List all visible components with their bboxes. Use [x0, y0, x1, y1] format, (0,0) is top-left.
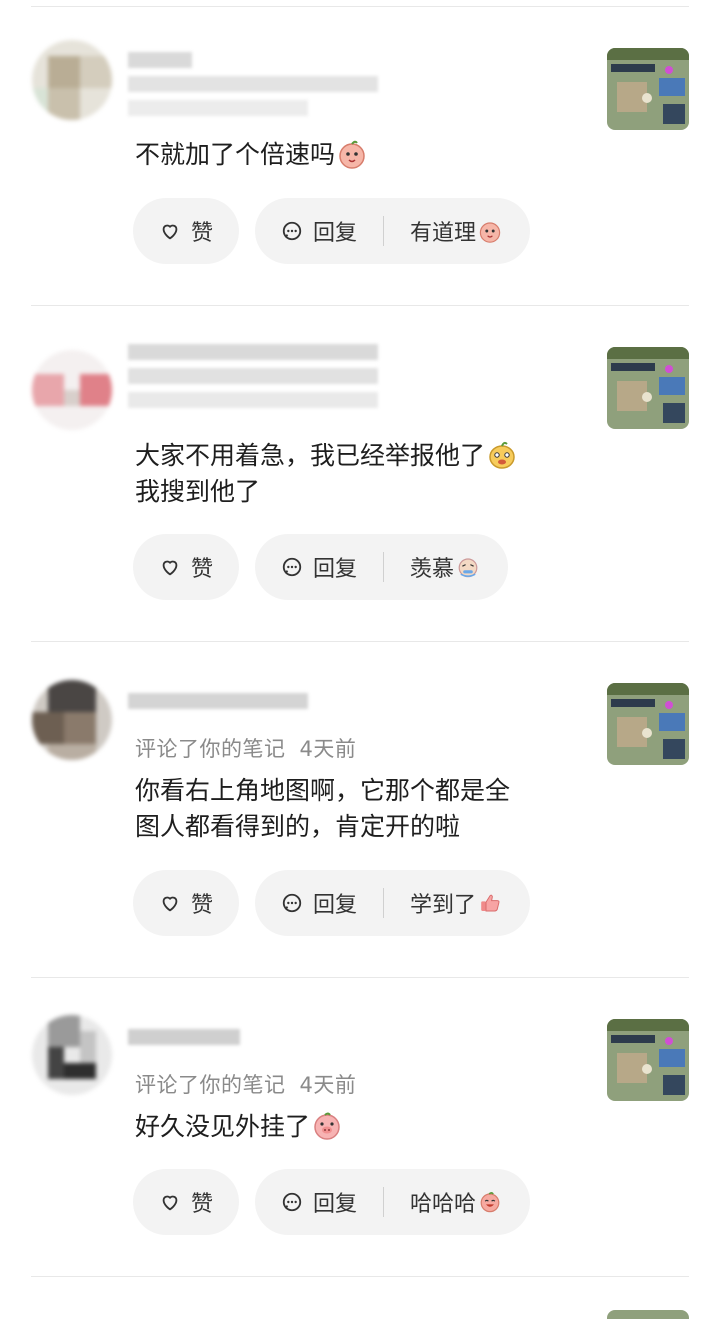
quick-reply-button[interactable]: 学到了 [410, 887, 502, 919]
quick-reply-text: 有道理 [410, 221, 477, 246]
reply-label[interactable]: 回复 [313, 1186, 357, 1218]
avatar[interactable] [32, 1015, 112, 1095]
like-label: 赞 [190, 1192, 213, 1217]
quick-reply-button[interactable]: 有道理 [410, 215, 502, 247]
comment-meta: 评论了你的笔记 4天前 [135, 1069, 370, 1099]
note-thumbnail-partial[interactable] [607, 1310, 689, 1319]
like-button[interactable]: 赞 [133, 870, 239, 936]
divider [31, 641, 689, 642]
heart-outline-icon [159, 1191, 181, 1213]
divider [31, 305, 689, 306]
envy-face-emoji-icon [456, 555, 480, 579]
username-blurred[interactable] [128, 52, 388, 116]
avatar[interactable] [32, 680, 112, 760]
comment-text: 你看右上角地图啊，它那个都是全 图人都看得到的，肯定开的啦 [135, 776, 511, 841]
comment-text: 大家不用着急，我已经举报他了 我搜到他了 [135, 438, 580, 510]
username-blurred[interactable] [128, 344, 388, 408]
avatar[interactable] [32, 350, 112, 430]
username-blurred[interactable] [128, 1025, 388, 1055]
reply-bar[interactable]: 回复 学到了 [255, 870, 531, 936]
comment-text: 好久没见外挂了 [135, 1109, 580, 1145]
reply-bar[interactable]: 回复 有道理 [255, 198, 531, 264]
quick-reply-button[interactable]: 羡慕 [410, 551, 480, 583]
reply-bar[interactable]: 回复 羡慕 [255, 534, 509, 600]
pink-face-emoji-icon [337, 139, 367, 169]
avatar[interactable] [32, 40, 112, 120]
like-label: 赞 [190, 557, 213, 582]
reply-bar[interactable]: 回复 哈哈哈 [255, 1169, 531, 1235]
note-thumbnail[interactable] [607, 347, 689, 429]
comment-meta: 评论了你的笔记 4天前 [135, 733, 370, 763]
meta-action: 评论了你的笔记 [135, 737, 286, 761]
reply-label[interactable]: 回复 [313, 887, 357, 919]
separator [383, 552, 385, 582]
laughing-face-emoji-icon [478, 1190, 502, 1214]
like-button[interactable]: 赞 [133, 534, 239, 600]
reply-label[interactable]: 回复 [313, 551, 357, 583]
quick-reply-button[interactable]: 哈哈哈 [410, 1186, 502, 1218]
heart-outline-icon [159, 220, 181, 242]
note-thumbnail[interactable] [607, 48, 689, 130]
pink-face-emoji-icon [478, 219, 502, 243]
quick-reply-text: 学到了 [410, 893, 477, 918]
quick-reply-text: 哈哈哈 [410, 1192, 477, 1217]
note-thumbnail[interactable] [607, 1019, 689, 1101]
meta-time: 4天前 [299, 1073, 357, 1097]
chat-bubble-icon [281, 220, 303, 242]
pig-face-emoji-icon [312, 1111, 342, 1141]
reply-label[interactable]: 回复 [313, 215, 357, 247]
divider [31, 977, 689, 978]
like-button[interactable]: 赞 [133, 198, 239, 264]
top-divider [31, 6, 689, 7]
separator [383, 1187, 385, 1217]
quick-reply-text: 羡慕 [410, 557, 455, 582]
comment-text: 不就加了个倍速吗 [135, 137, 580, 173]
chat-bubble-icon [281, 892, 303, 914]
like-label: 赞 [190, 893, 213, 918]
username-blurred[interactable] [128, 687, 388, 717]
thumbs-up-emoji-icon [478, 891, 502, 915]
yellow-face-emoji-icon [487, 440, 517, 470]
divider [31, 1276, 689, 1277]
separator [383, 216, 385, 246]
note-thumbnail[interactable] [607, 683, 689, 765]
heart-outline-icon [159, 556, 181, 578]
chat-bubble-icon [281, 1191, 303, 1213]
separator [383, 888, 385, 918]
chat-bubble-icon [281, 556, 303, 578]
meta-action: 评论了你的笔记 [135, 1073, 286, 1097]
like-button[interactable]: 赞 [133, 1169, 239, 1235]
like-label: 赞 [190, 221, 213, 246]
meta-time: 4天前 [299, 737, 357, 761]
heart-outline-icon [159, 892, 181, 914]
